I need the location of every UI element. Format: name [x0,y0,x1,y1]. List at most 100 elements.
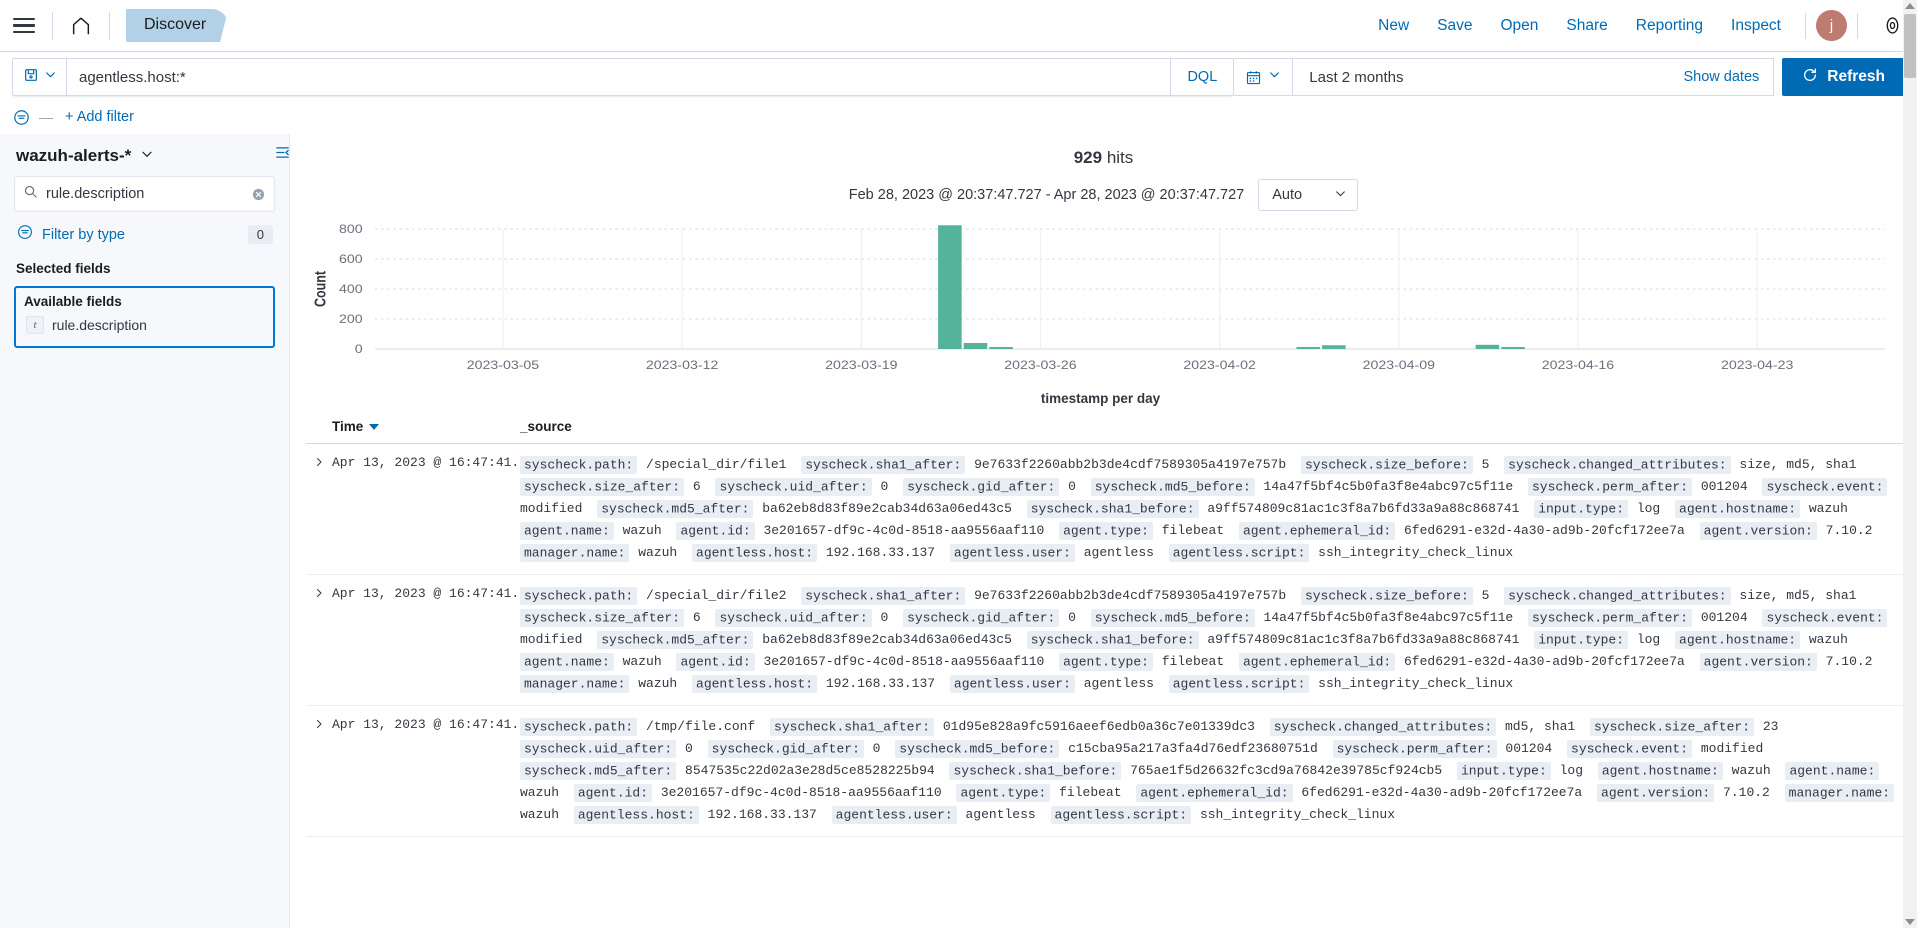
column-header-time[interactable]: Time [306,419,520,434]
source-field-key: syscheck.event: [1567,739,1693,758]
field-item-rule-description[interactable]: t rule.description [22,313,267,337]
field-search-input[interactable] [38,186,251,202]
source-field-key: agent.ephemeral_id: [1238,652,1396,671]
source-field-key: agent.type: [956,783,1051,802]
source-field-key: syscheck.perm_after: [1528,477,1693,496]
source-field-key: syscheck.md5_after: [597,630,754,649]
available-fields-title: Available fields [24,294,122,309]
query-language-button[interactable]: DQL [1170,59,1233,95]
chevron-right-icon[interactable] [306,716,332,826]
source-field-value: agentless [1075,545,1162,560]
chart-bar[interactable] [1475,344,1500,349]
chart-x-tick-label: 2023-04-23 [1721,358,1793,371]
collapse-panel-icon[interactable] [272,142,292,162]
calendar-icon[interactable] [1234,59,1294,95]
chart-bar[interactable] [938,225,962,349]
page-scrollbar[interactable] [1903,0,1917,928]
source-field-value: wazuh [630,545,686,560]
source-field-key: manager.name: [520,543,630,562]
source-field-key: agentless.user: [949,674,1075,693]
source-field-value: filebeat [1153,523,1232,538]
source-field-key: input.type: [1534,499,1629,518]
breadcrumb-discover[interactable]: Discover [126,9,229,42]
interval-value: Auto [1272,187,1303,203]
source-field-key: syscheck.uid_after: [715,477,872,496]
source-field-key: syscheck.sha1_before: [1026,630,1199,649]
share-button[interactable]: Share [1552,11,1621,41]
chart-bar[interactable] [989,347,1013,349]
open-button[interactable]: Open [1487,11,1553,41]
search-input[interactable] [67,59,1171,95]
source-field-key: agent.version: [1699,652,1817,671]
column-header-source[interactable]: _source [520,419,1917,434]
date-range-label[interactable]: Last 2 months [1293,59,1669,95]
source-field-key: syscheck.md5_before: [1090,608,1255,627]
chart-bar[interactable] [1501,347,1525,349]
hits-line: 929 hits [290,148,1917,168]
chart-y-tick-label: 200 [339,312,363,325]
source-field-key: syscheck.gid_after: [903,608,1060,627]
add-filter-button[interactable]: + Add filter [61,107,138,127]
source-field-key: agent.type: [1059,521,1153,540]
chart-bar[interactable] [1322,345,1346,349]
home-icon[interactable] [57,2,105,50]
inspect-button[interactable]: Inspect [1717,11,1795,41]
avatar[interactable]: j [1816,10,1847,41]
nav-divider [52,11,53,40]
chevron-right-icon[interactable] [306,454,332,564]
show-dates-button[interactable]: Show dates [1670,59,1774,95]
source-field-key: syscheck.md5_after: [520,761,677,780]
source-field-key: syscheck.event: [1762,608,1888,627]
chart-y-axis-label: Count [311,271,329,307]
field-name-label: rule.description [52,317,147,333]
scrollbar-thumb[interactable] [1904,14,1916,78]
chart-x-tick-label: 2023-03-19 [825,358,897,371]
chart-x-tick-label: 2023-04-09 [1363,358,1435,371]
filter-list-icon-sidebar [16,223,34,246]
interval-select[interactable]: Auto [1258,179,1359,211]
index-pattern-selector[interactable]: wazuh-alerts-* [14,142,275,176]
source-field-key: agent.id: [573,783,653,802]
sort-desc-caret-icon[interactable] [369,423,380,430]
source-field-value: 192.168.33.137 [818,545,943,560]
source-field-value: 0 [1060,610,1084,625]
saved-query-button[interactable] [13,59,67,95]
filter-list-icon[interactable] [12,108,31,127]
help-circle-icon[interactable] [1882,15,1903,36]
clear-circle-icon[interactable] [251,187,266,202]
refresh-button[interactable]: Refresh [1782,58,1905,96]
source-field-key: agentless.user: [949,543,1075,562]
source-field-value: 0 [872,479,897,494]
source-field-value: wazuh [614,523,670,538]
source-field-value: 0 [1060,479,1084,494]
chart-bar[interactable] [1296,347,1320,349]
save-button[interactable]: Save [1423,11,1486,41]
chart-bar[interactable] [963,343,988,349]
reporting-button[interactable]: Reporting [1622,11,1717,41]
source-field-value: wazuh [1801,501,1848,516]
chevron-right-icon[interactable] [306,585,332,695]
source-field-value: 6 [685,610,709,625]
chevron-down-icon [44,68,57,86]
filter-by-type-button[interactable]: Filter by type [42,227,240,243]
source-field-value: size, md5, sha1 [1731,457,1857,472]
nav-divider-2 [109,11,110,40]
chevron-down-icon-date [1268,68,1281,86]
source-field-key: syscheck.event: [1762,477,1888,496]
source-field-value: 23 [1755,719,1779,734]
scroll-up-arrow-icon[interactable] [1905,3,1915,9]
time-range-text: Feb 28, 2023 @ 20:37:47.727 - Apr 28, 20… [848,187,1245,203]
source-field-key: syscheck.perm_after: [1332,739,1497,758]
scroll-down-arrow-icon[interactable] [1905,919,1915,925]
hamburger-menu-icon[interactable] [0,2,48,50]
source-field-key: syscheck.size_after: [1590,717,1755,736]
source-field-value: a9ff574809c81ac1c3f8a7b6fd33a9a88c868741 [1199,632,1528,647]
new-button[interactable]: New [1364,11,1423,41]
histogram-chart[interactable]: 0 200 400 600 800 2023-03-05 2023-03-12 2023-03… [290,211,1917,406]
column-header-time-label: Time [332,419,364,434]
source-field-value: wazuh [520,807,567,822]
source-field-value: 0 [864,741,889,756]
source-field-value: modified [1693,741,1764,756]
table-header-row: Time _source [306,415,1917,444]
source-field-value: ba62eb8d83f89e2cab34d63a06ed43c5 [754,501,1020,516]
